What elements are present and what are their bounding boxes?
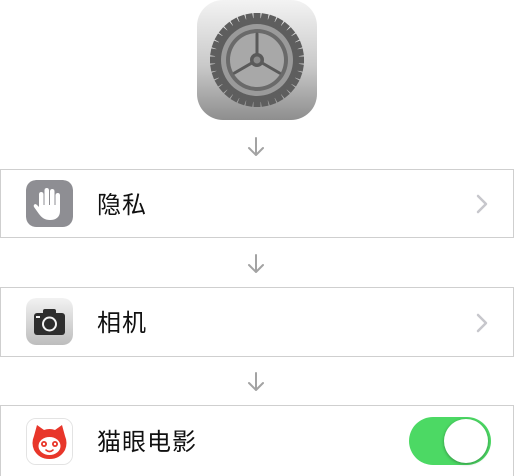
settings-app-icon bbox=[197, 0, 317, 120]
settings-row-label: 相机 bbox=[97, 309, 147, 337]
down-arrow-icon bbox=[246, 371, 266, 393]
toggle-knob bbox=[444, 419, 488, 463]
settings-row-privacy[interactable]: 隐私 bbox=[0, 169, 514, 238]
settings-row-camera[interactable]: 相机 bbox=[0, 287, 514, 357]
camera-icon bbox=[26, 298, 73, 345]
privacy-hand-icon bbox=[26, 180, 73, 227]
chevron-right-icon bbox=[475, 311, 489, 335]
toggle-switch-on[interactable] bbox=[409, 417, 491, 465]
settings-row-label: 猫眼电影 bbox=[97, 428, 197, 456]
settings-row-label: 隐私 bbox=[97, 191, 147, 219]
down-arrow-icon bbox=[246, 253, 266, 275]
chevron-right-icon bbox=[475, 192, 489, 216]
down-arrow-icon bbox=[246, 136, 266, 158]
settings-row-maoyan[interactable]: 猫眼电影 bbox=[0, 405, 514, 476]
maoyan-cat-icon bbox=[26, 418, 73, 465]
